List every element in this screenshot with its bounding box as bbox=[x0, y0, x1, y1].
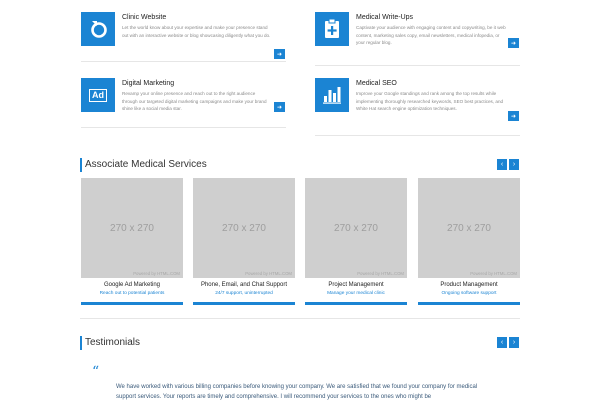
image-dimensions-text: 270 x 270 bbox=[222, 223, 266, 234]
section-divider bbox=[80, 318, 520, 319]
carousel-next-button[interactable]: › bbox=[509, 159, 519, 170]
arrow-right-icon[interactable]: ➜ bbox=[508, 111, 519, 121]
service-card[interactable]: 270 x 270 Powered by HTML.COM Product Ma… bbox=[418, 178, 520, 307]
service-description: Captivate your audience with engaging co… bbox=[356, 25, 506, 46]
clipboard-plus-icon bbox=[315, 12, 349, 46]
carousel-next-button[interactable]: › bbox=[509, 337, 519, 348]
service-title: Clinic Website bbox=[122, 14, 167, 21]
image-dimensions-text: 270 x 270 bbox=[110, 223, 154, 234]
image-dimensions-text: 270 x 270 bbox=[334, 223, 378, 234]
card-title: Google Ad Marketing bbox=[103, 282, 161, 288]
card-subtitle: Ongoing software support bbox=[441, 291, 497, 296]
divider bbox=[315, 65, 520, 66]
service-description: Let the world know about your expertise … bbox=[122, 25, 271, 38]
accent-bar bbox=[80, 158, 82, 172]
testimonials-section-header: Testimonials ‹ › bbox=[80, 336, 520, 350]
section-title: Associate Medical Services bbox=[85, 159, 207, 170]
card-title: Product Management bbox=[440, 282, 498, 288]
service-title: Digital Marketing bbox=[122, 80, 175, 87]
service-medical-seo: Medical SEO Improve your Google standing… bbox=[315, 78, 520, 136]
service-title: Medical SEO bbox=[356, 80, 397, 87]
card-subtitle: Manage your medical clinic bbox=[327, 291, 385, 296]
pointer-refresh-icon bbox=[81, 12, 115, 46]
associate-section-header: Associate Medical Services ‹ › bbox=[80, 158, 520, 172]
powered-by-text: Powered by HTML.COM bbox=[245, 271, 292, 276]
service-title: Medical Write-Ups bbox=[356, 14, 414, 21]
service-card[interactable]: 270 x 270 Powered by HTML.COM Phone, Ema… bbox=[193, 178, 295, 307]
card-accent-line bbox=[81, 302, 183, 305]
card-image-placeholder: 270 x 270 Powered by HTML.COM bbox=[81, 178, 183, 278]
service-medical-write-ups: Medical Write-Ups Captivate your audienc… bbox=[315, 12, 520, 66]
testimonial-text: We have worked with various billing comp… bbox=[116, 384, 478, 400]
service-card[interactable]: 270 x 270 Powered by HTML.COM Google Ad … bbox=[81, 178, 183, 307]
image-dimensions-text: 270 x 270 bbox=[447, 223, 491, 234]
arrow-right-icon[interactable]: ➜ bbox=[274, 102, 285, 112]
card-title: Phone, Email, and Chat Support bbox=[200, 282, 288, 288]
divider bbox=[81, 61, 286, 62]
card-subtitle: Reach out to potential patients bbox=[99, 291, 165, 296]
divider bbox=[315, 135, 520, 136]
ad-icon-text: Ad bbox=[89, 88, 107, 102]
card-image-placeholder: 270 x 270 Powered by HTML.COM bbox=[418, 178, 520, 278]
card-image-placeholder: 270 x 270 Powered by HTML.COM bbox=[305, 178, 407, 278]
card-title: Project Management bbox=[328, 282, 384, 288]
powered-by-text: Powered by HTML.COM bbox=[133, 271, 180, 276]
arrow-right-icon[interactable]: ➜ bbox=[274, 49, 285, 59]
card-subtitle: 24/7 support, uninterrupted bbox=[215, 291, 273, 296]
ad-icon: Ad bbox=[81, 78, 115, 112]
card-accent-line bbox=[193, 302, 295, 305]
arrow-right-icon[interactable]: ➜ bbox=[508, 38, 519, 48]
powered-by-text: Powered by HTML.COM bbox=[357, 271, 404, 276]
service-digital-marketing: Ad Digital Marketing Revamp your online … bbox=[81, 78, 286, 128]
section-title: Testimonials bbox=[85, 337, 141, 348]
divider bbox=[81, 127, 286, 128]
bar-chart-icon bbox=[315, 78, 349, 112]
service-description: Improve your Google standings and rank a… bbox=[356, 91, 504, 112]
card-accent-line bbox=[418, 302, 520, 305]
card-accent-line bbox=[305, 302, 407, 305]
accent-bar bbox=[80, 336, 82, 350]
service-clinic-website: Clinic Website Let the world know about … bbox=[81, 12, 286, 62]
powered-by-text: Powered by HTML.COM bbox=[470, 271, 517, 276]
carousel-prev-button[interactable]: ‹ bbox=[497, 159, 507, 170]
carousel-prev-button[interactable]: ‹ bbox=[497, 337, 507, 348]
quote-icon: “ bbox=[92, 364, 100, 380]
service-description: Revamp your online presence and reach ou… bbox=[122, 91, 267, 112]
card-image-placeholder: 270 x 270 Powered by HTML.COM bbox=[193, 178, 295, 278]
service-card[interactable]: 270 x 270 Powered by HTML.COM Project Ma… bbox=[305, 178, 407, 307]
